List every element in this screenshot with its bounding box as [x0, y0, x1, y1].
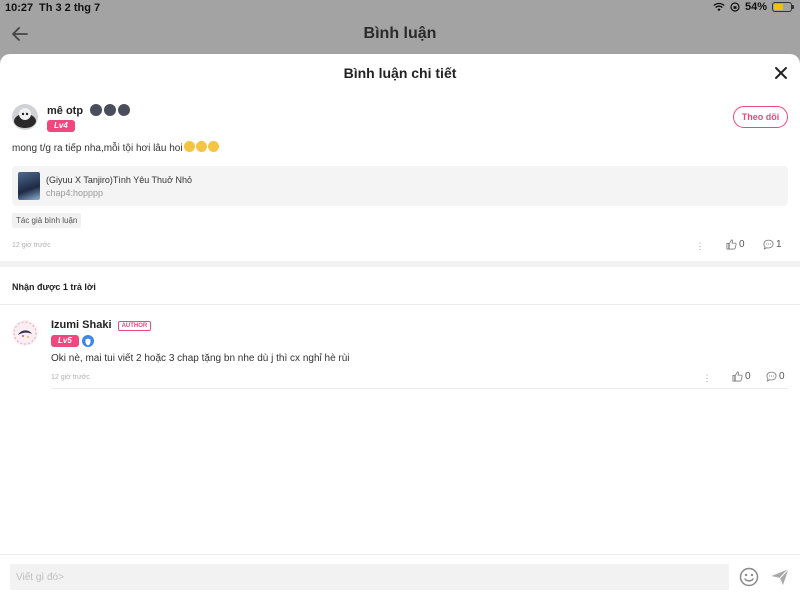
send-icon[interactable]: [770, 567, 790, 587]
battery-percent: 54%: [744, 1, 767, 13]
like-button[interactable]: 0: [732, 371, 751, 382]
reply-username[interactable]: Izumi Shaki AUTHOR: [51, 319, 152, 331]
reply-count: 1: [776, 239, 782, 250]
comment-timestamp: 12 giờ trước: [12, 242, 51, 249]
author-badge: AUTHOR: [117, 321, 152, 331]
story-card[interactable]: (Giyuu X Tanjiro)Tình Yêu Thuở Nhỏ chap4…: [12, 166, 788, 206]
emoji-icon: [195, 141, 207, 152]
story-chapter: chap4:hopppp: [46, 188, 104, 198]
reply-text: Oki nè, mai tui viết 2 hoặc 3 chap tặng …: [51, 353, 350, 364]
orientation-lock-icon: [730, 2, 740, 12]
thumbs-up-icon: [726, 239, 737, 250]
emoji-icon: [183, 141, 195, 152]
avatar[interactable]: [12, 320, 38, 346]
author-comment-tag: Tác giả bình luận: [12, 213, 82, 228]
replies-header: Nhận được 1 trả lời: [12, 282, 96, 292]
level-badge: Lv5: [51, 335, 79, 347]
sheet-title: Bình luận chi tiết: [343, 65, 457, 81]
story-title: (Giyuu X Tanjiro)Tình Yêu Thuở Nhỏ: [46, 175, 192, 185]
badge-icon: [104, 104, 117, 116]
divider: [0, 554, 800, 555]
emoji-icon: [207, 141, 219, 152]
username-text: Izumi Shaki: [51, 319, 112, 331]
comment-username[interactable]: mê otp: [47, 104, 131, 117]
status-bar: 10:27 Th 3 2 thg 7 54%: [0, 0, 800, 16]
top-nav: Bình luận: [0, 16, 800, 54]
section-divider: [0, 261, 800, 267]
comment-input[interactable]: [10, 564, 729, 590]
avatar[interactable]: [12, 104, 38, 130]
speech-bubble-icon: [766, 371, 777, 382]
story-thumbnail: [18, 172, 40, 200]
follow-button[interactable]: Theo dõi: [733, 106, 788, 128]
battery-fill: [774, 4, 783, 10]
nav-title: Bình luận: [363, 25, 437, 42]
reply-button[interactable]: 0: [766, 371, 785, 382]
comment-detail-sheet: Bình luận chi tiết mê otp Lv4 Theo dõi m…: [0, 54, 800, 600]
reply-button[interactable]: 1: [763, 239, 782, 250]
like-button[interactable]: 0: [726, 239, 745, 250]
like-count: 0: [739, 239, 745, 250]
close-icon[interactable]: [774, 66, 788, 80]
reply-timestamp: 12 giờ trước: [51, 374, 90, 381]
more-options-icon[interactable]: ⋮: [695, 241, 705, 251]
more-options-icon[interactable]: ⋮: [702, 373, 712, 383]
wifi-icon: [713, 2, 725, 12]
status-time: 10:27: [5, 2, 34, 14]
reply-count: 0: [779, 371, 785, 382]
verified-badge-icon: [82, 335, 94, 347]
status-indicators: 54%: [713, 1, 794, 13]
comment-text: mong t/g ra tiếp nha,mỗi tội hơi lâu hoi: [12, 141, 219, 154]
divider: [51, 388, 788, 389]
comment-body: mong t/g ra tiếp nha,mỗi tội hơi lâu hoi: [12, 143, 183, 154]
divider: [0, 304, 800, 305]
thumbs-up-icon: [732, 371, 743, 382]
speech-bubble-icon: [763, 239, 774, 250]
emoji-icon[interactable]: [739, 567, 759, 587]
badge-icon: [118, 104, 131, 116]
battery-icon: [772, 2, 794, 12]
username-text: mê otp: [47, 105, 84, 117]
like-count: 0: [745, 371, 751, 382]
status-date: Th 3 2 thg 7: [39, 2, 101, 14]
level-badge: Lv4: [47, 120, 75, 132]
badge-icon: [90, 104, 103, 116]
